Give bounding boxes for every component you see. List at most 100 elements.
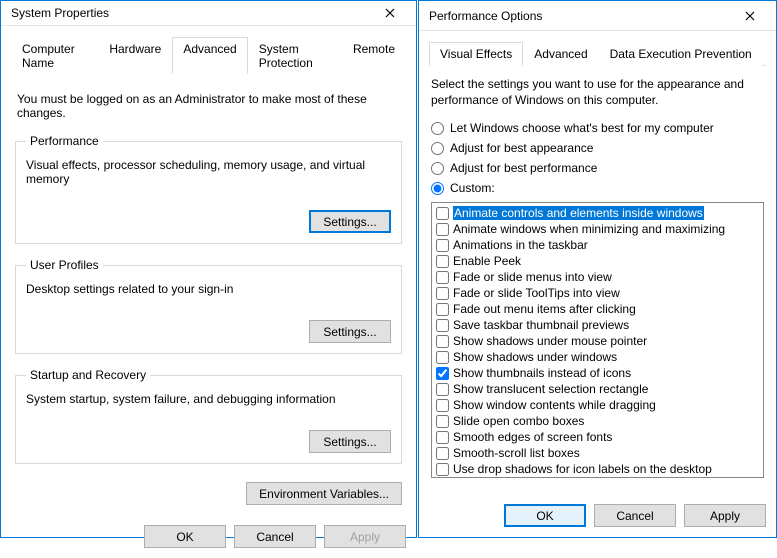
instruction-text: Select the settings you want to use for … [431, 76, 764, 108]
group-startup-desc: System startup, system failure, and debu… [26, 392, 391, 406]
titlebar: Performance Options [419, 1, 776, 31]
list-item[interactable]: Smooth-scroll list boxes [434, 445, 761, 461]
tab-hardware[interactable]: Hardware [98, 37, 172, 74]
radio-best-appearance-label: Adjust for best appearance [450, 141, 593, 155]
apply-button[interactable]: Apply [324, 525, 406, 548]
list-item[interactable]: Show translucent selection rectangle [434, 381, 761, 397]
list-item[interactable]: Show thumbnails instead of icons [434, 365, 761, 381]
tab-visual-effects[interactable]: Visual Effects [429, 42, 523, 66]
list-item-label: Slide open combo boxes [453, 414, 584, 428]
list-item-checkbox[interactable] [436, 303, 449, 316]
ok-button[interactable]: OK [504, 504, 586, 527]
radio-auto[interactable]: Let Windows choose what's best for my co… [431, 121, 764, 135]
window-title: Performance Options [429, 9, 730, 23]
tab-panel-advanced: You must be logged on as an Administrato… [11, 74, 406, 509]
group-startup-legend: Startup and Recovery [26, 368, 150, 382]
list-item[interactable]: Use drop shadows for icon labels on the … [434, 461, 761, 477]
visual-effects-list[interactable]: Animate controls and elements inside win… [431, 202, 764, 478]
performance-settings-button[interactable]: Settings... [309, 210, 391, 233]
radio-auto-label: Let Windows choose what's best for my co… [450, 121, 714, 135]
tab-advanced[interactable]: Advanced [523, 42, 598, 66]
tab-system-protection[interactable]: System Protection [248, 37, 342, 74]
dialog-body: Computer Name Hardware Advanced System P… [1, 26, 416, 517]
list-item[interactable]: Show shadows under mouse pointer [434, 333, 761, 349]
list-item-label: Smooth edges of screen fonts [453, 430, 612, 444]
list-item[interactable]: Animate controls and elements inside win… [434, 205, 761, 221]
list-item-checkbox[interactable] [436, 207, 449, 220]
close-button[interactable] [370, 1, 410, 25]
list-item-label: Animate controls and elements inside win… [453, 206, 704, 220]
list-item-checkbox[interactable] [436, 415, 449, 428]
list-item-checkbox[interactable] [436, 399, 449, 412]
performance-options-dialog: Performance Options Visual Effects Advan… [418, 0, 777, 538]
list-item[interactable]: Save taskbar thumbnail previews [434, 317, 761, 333]
group-user-profiles: User Profiles Desktop settings related t… [15, 258, 402, 354]
environment-variables-button[interactable]: Environment Variables... [246, 482, 402, 505]
list-item-checkbox[interactable] [436, 255, 449, 268]
tab-advanced[interactable]: Advanced [172, 37, 247, 74]
list-item-label: Fade or slide menus into view [453, 270, 612, 284]
dialog-body: Visual Effects Advanced Data Execution P… [419, 31, 776, 496]
list-item[interactable]: Show shadows under windows [434, 349, 761, 365]
list-item[interactable]: Show window contents while dragging [434, 397, 761, 413]
list-item-checkbox[interactable] [436, 271, 449, 284]
radio-best-appearance-input[interactable] [431, 142, 444, 155]
list-item[interactable]: Slide open combo boxes [434, 413, 761, 429]
close-button[interactable] [730, 4, 770, 28]
dialog-footer: OK Cancel Apply [419, 496, 776, 537]
radio-best-performance-input[interactable] [431, 162, 444, 175]
list-item-label: Show shadows under mouse pointer [453, 334, 647, 348]
group-user-profiles-desc: Desktop settings related to your sign-in [26, 282, 391, 296]
radio-best-performance[interactable]: Adjust for best performance [431, 161, 764, 175]
apply-button[interactable]: Apply [684, 504, 766, 527]
titlebar: System Properties [1, 1, 416, 26]
list-item-label: Save taskbar thumbnail previews [453, 318, 629, 332]
startup-settings-button[interactable]: Settings... [309, 430, 391, 453]
radio-custom[interactable]: Custom: [431, 181, 764, 195]
system-properties-dialog: System Properties Computer Name Hardware… [0, 0, 417, 538]
list-item-checkbox[interactable] [436, 335, 449, 348]
list-item-checkbox[interactable] [436, 287, 449, 300]
user-profiles-settings-button[interactable]: Settings... [309, 320, 391, 343]
list-item[interactable]: Enable Peek [434, 253, 761, 269]
ok-button[interactable]: OK [144, 525, 226, 548]
list-item-label: Show translucent selection rectangle [453, 382, 648, 396]
tab-remote[interactable]: Remote [342, 37, 406, 74]
tab-dep[interactable]: Data Execution Prevention [599, 42, 763, 66]
list-item-label: Animate windows when minimizing and maxi… [453, 222, 725, 236]
list-item-checkbox[interactable] [436, 351, 449, 364]
tab-panel-visual-effects: Select the settings you want to use for … [429, 66, 766, 488]
list-item-label: Fade out menu items after clicking [453, 302, 636, 316]
list-item-checkbox[interactable] [436, 367, 449, 380]
close-icon [745, 11, 755, 21]
list-item-label: Smooth-scroll list boxes [453, 446, 580, 460]
group-performance: Performance Visual effects, processor sc… [15, 134, 402, 244]
list-item-checkbox[interactable] [436, 319, 449, 332]
radio-best-performance-label: Adjust for best performance [450, 161, 597, 175]
list-item-checkbox[interactable] [436, 223, 449, 236]
cancel-button[interactable]: Cancel [594, 504, 676, 527]
cancel-button[interactable]: Cancel [234, 525, 316, 548]
group-performance-desc: Visual effects, processor scheduling, me… [26, 158, 391, 186]
group-startup-recovery: Startup and Recovery System startup, sys… [15, 368, 402, 464]
tab-computer-name[interactable]: Computer Name [11, 37, 98, 74]
radio-auto-input[interactable] [431, 122, 444, 135]
group-performance-legend: Performance [26, 134, 103, 148]
dialog-footer: OK Cancel Apply [1, 517, 416, 558]
list-item[interactable]: Animate windows when minimizing and maxi… [434, 221, 761, 237]
list-item-checkbox[interactable] [436, 239, 449, 252]
list-item[interactable]: Smooth edges of screen fonts [434, 429, 761, 445]
list-item[interactable]: Fade or slide ToolTips into view [434, 285, 761, 301]
radio-best-appearance[interactable]: Adjust for best appearance [431, 141, 764, 155]
window-title: System Properties [11, 6, 370, 20]
list-item-label: Show thumbnails instead of icons [453, 366, 631, 380]
close-icon [385, 8, 395, 18]
list-item[interactable]: Animations in the taskbar [434, 237, 761, 253]
list-item[interactable]: Fade or slide menus into view [434, 269, 761, 285]
list-item-checkbox[interactable] [436, 431, 449, 444]
list-item[interactable]: Fade out menu items after clicking [434, 301, 761, 317]
radio-custom-input[interactable] [431, 182, 444, 195]
list-item-checkbox[interactable] [436, 447, 449, 460]
list-item-checkbox[interactable] [436, 383, 449, 396]
list-item-checkbox[interactable] [436, 463, 449, 476]
